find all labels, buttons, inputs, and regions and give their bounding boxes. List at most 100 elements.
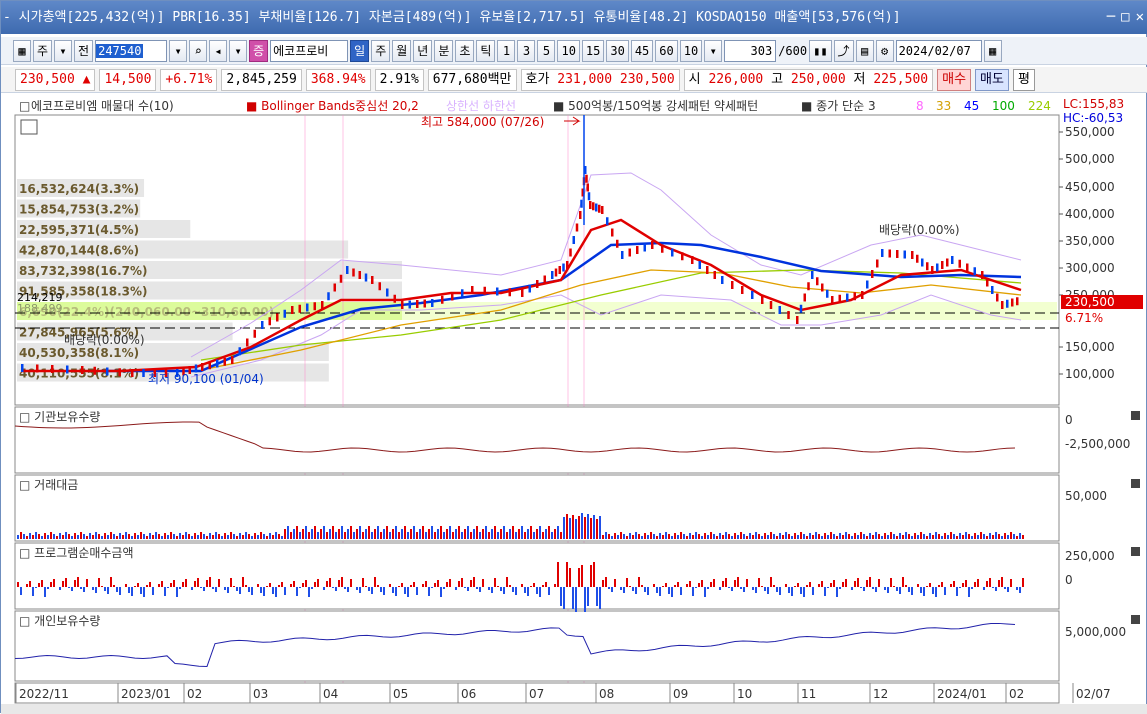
candle	[508, 288, 511, 297]
panel-axis-label: -2,500,000	[1065, 437, 1130, 451]
period-select[interactable]: 주	[33, 39, 53, 62]
dividend-annotation: 배당락(0.00%)	[64, 333, 145, 347]
candle	[628, 248, 631, 257]
candle	[106, 367, 109, 376]
layout-icon[interactable]: ▦	[13, 39, 31, 62]
candle	[562, 263, 565, 272]
candle	[298, 304, 301, 313]
count-5[interactable]: 5	[537, 39, 556, 62]
panel-close-icon[interactable]	[1131, 547, 1140, 556]
period-minute[interactable]: 분	[434, 39, 454, 62]
candle	[741, 286, 744, 294]
candle	[569, 248, 572, 257]
candle	[231, 356, 234, 364]
candle	[283, 309, 286, 318]
count-45[interactable]: 45	[630, 39, 654, 62]
panel-close-icon[interactable]	[1131, 479, 1140, 488]
candle	[966, 263, 969, 272]
save-icon[interactable]: ▤	[855, 39, 874, 62]
candle	[706, 266, 709, 274]
candle	[536, 280, 539, 288]
margin-flag[interactable]: 증	[249, 39, 269, 62]
candle	[276, 313, 279, 322]
count-15[interactable]: 15	[581, 39, 605, 62]
chart-area[interactable]: □ 에코프로비엠 매물대 수(10) ■ Bollinger Bands중심선 20…	[1, 95, 1147, 705]
minimize-icon[interactable]: ─	[1107, 1, 1115, 34]
arrow-icon[interactable]: ▾	[229, 39, 248, 62]
price-axis-label: 500,000	[1065, 152, 1115, 166]
candle	[364, 273, 368, 282]
date-label: 12	[873, 687, 888, 701]
legend-volume-profile: 에코프로비엠 매물대 수(10)	[31, 99, 174, 113]
candle	[611, 228, 614, 237]
candle	[661, 244, 664, 253]
period-week[interactable]: 주	[371, 39, 391, 62]
candle	[321, 301, 324, 309]
stock-code-input[interactable]: 247540	[95, 39, 168, 62]
candle	[592, 202, 595, 211]
candle	[811, 271, 814, 279]
sell-button[interactable]: 매도	[975, 68, 1009, 91]
legend-ma-period: 45	[964, 99, 979, 113]
dropdown-icon[interactable]: ▾	[54, 39, 73, 62]
date-input[interactable]: 2024/02/07	[895, 39, 982, 62]
candle	[586, 183, 589, 192]
chevron-down-icon[interactable]: ▾	[169, 39, 188, 62]
close-icon[interactable]: ✕	[1136, 1, 1144, 34]
buy-button[interactable]: 매수	[937, 68, 972, 91]
candle	[595, 203, 598, 212]
candle	[643, 243, 646, 252]
date-label: 02	[1009, 687, 1024, 701]
candle	[986, 278, 989, 287]
count-select[interactable]: 10	[679, 39, 703, 62]
candle	[441, 295, 444, 304]
count-1[interactable]: 1	[497, 39, 516, 62]
candle	[861, 291, 864, 299]
candle	[587, 192, 591, 201]
count-10[interactable]: 10	[557, 39, 580, 62]
ask-bid: 호가 231,000 230,500	[520, 68, 680, 91]
count-60[interactable]: 60	[655, 39, 678, 62]
stock-name-field[interactable]: 에코프로비	[270, 39, 349, 62]
date-label: 2024/01	[937, 687, 987, 701]
search-icon[interactable]: ⌕	[189, 39, 208, 62]
panel-close-icon[interactable]	[1131, 615, 1140, 624]
avg-button[interactable]: 평	[1012, 68, 1035, 91]
count-30[interactable]: 30	[606, 39, 629, 62]
candle	[51, 365, 54, 373]
code-prefix[interactable]: 전	[74, 39, 94, 62]
price-axis-label: 450,000	[1065, 180, 1115, 194]
count-dropdown-icon[interactable]: ▾	[704, 39, 723, 62]
calendar-icon[interactable]: ▦	[983, 39, 1002, 62]
candle	[572, 236, 575, 244]
page-current[interactable]: 303	[724, 39, 777, 62]
period-tick[interactable]: 틱	[476, 39, 496, 62]
panel-title: □ 기관보유수량	[19, 410, 100, 424]
period-month[interactable]: 월	[392, 39, 412, 62]
date-label: 09	[673, 687, 688, 701]
price-change: 14,500	[99, 68, 157, 91]
candle	[496, 287, 499, 296]
period-day[interactable]: 일	[350, 39, 370, 62]
candle	[853, 292, 856, 301]
candle	[769, 301, 773, 309]
candle	[327, 292, 330, 301]
price-tag-pct: 6.71%	[1065, 311, 1103, 325]
sound-icon[interactable]: ◂	[209, 39, 228, 62]
candle-icon[interactable]: ▮▮	[809, 39, 832, 62]
gear-icon[interactable]: ⚙	[875, 39, 894, 62]
price-axis-label: 400,000	[1065, 207, 1115, 221]
candle	[816, 277, 819, 286]
count-3[interactable]: 3	[517, 39, 536, 62]
maximize-icon[interactable]: □	[1121, 1, 1129, 34]
draw-icon[interactable]: ⤴	[833, 39, 854, 62]
period-year[interactable]: 년	[413, 39, 433, 62]
panel-close-icon[interactable]	[1131, 411, 1140, 420]
period-second[interactable]: 초	[455, 39, 475, 62]
legend-bb-bands: 상한선 하한선	[446, 99, 516, 113]
panel-title: □ 거래대금	[19, 478, 78, 492]
candle	[826, 289, 829, 298]
chart-window: - 시가총액[225,432(억)] PBR[16.35] 부채비율[126.7…	[0, 0, 1147, 714]
date-label: 11	[801, 687, 816, 701]
candle	[238, 347, 241, 356]
